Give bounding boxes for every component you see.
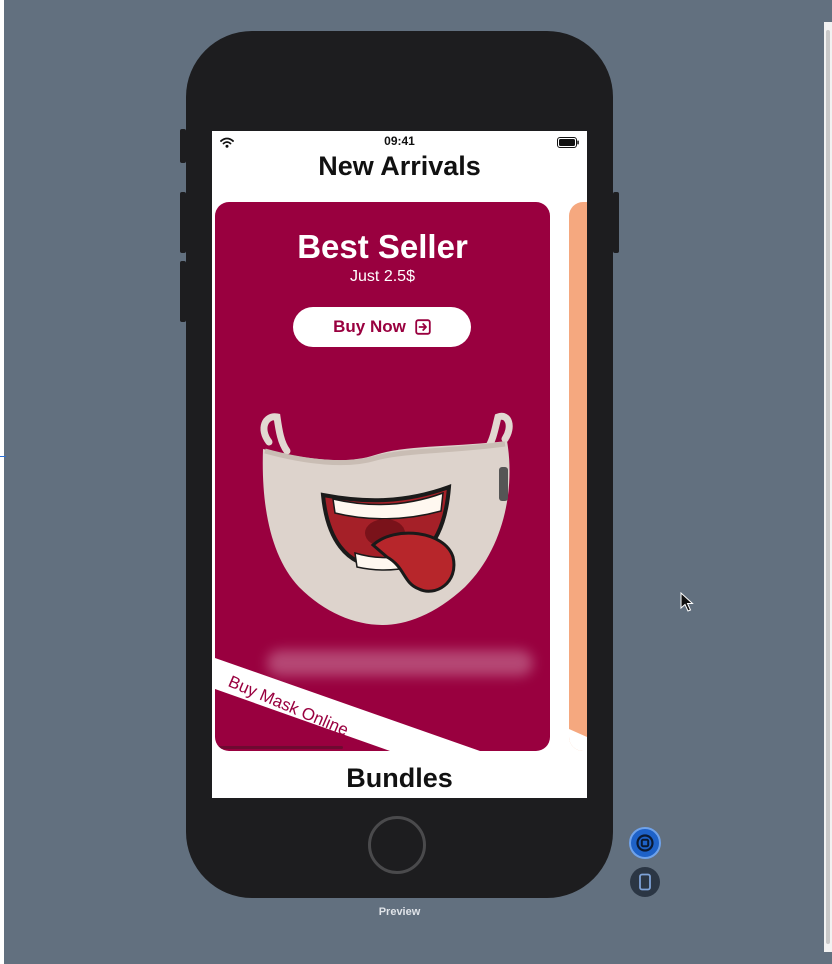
preview-label: Preview xyxy=(378,906,421,918)
carousel-scroll-indicator xyxy=(215,746,343,749)
ribbon-banner xyxy=(215,658,480,751)
home-button[interactable] xyxy=(368,816,426,874)
power-button xyxy=(613,192,619,253)
canvas-scrollbar[interactable] xyxy=(824,22,832,952)
volume-down-button xyxy=(180,261,186,322)
scrollbar-thumb[interactable] xyxy=(826,30,830,944)
product-card-next[interactable] xyxy=(569,202,587,751)
live-preview-button[interactable] xyxy=(629,827,661,859)
device-preview-button[interactable] xyxy=(630,867,660,897)
next-card-ribbon xyxy=(569,729,587,751)
status-bar: 09:41 xyxy=(212,131,587,151)
section-title-bundles: Bundles xyxy=(346,763,453,793)
guide-line xyxy=(0,456,6,457)
product-card-best-seller[interactable]: Best Seller Just 2.5$ Buy Now Buy Mask O… xyxy=(215,202,550,751)
mouse-cursor-icon xyxy=(680,592,694,612)
status-time: 09:41 xyxy=(384,134,415,148)
silent-switch xyxy=(180,129,186,163)
app-screen: 09:41 New Arrivals Best Seller Just 2.5$… xyxy=(212,131,587,798)
page-title: New Arrivals xyxy=(318,151,481,181)
live-preview-icon xyxy=(636,834,654,852)
volume-up-button xyxy=(180,192,186,253)
device-icon xyxy=(639,873,651,891)
editor-left-edge xyxy=(0,0,4,964)
